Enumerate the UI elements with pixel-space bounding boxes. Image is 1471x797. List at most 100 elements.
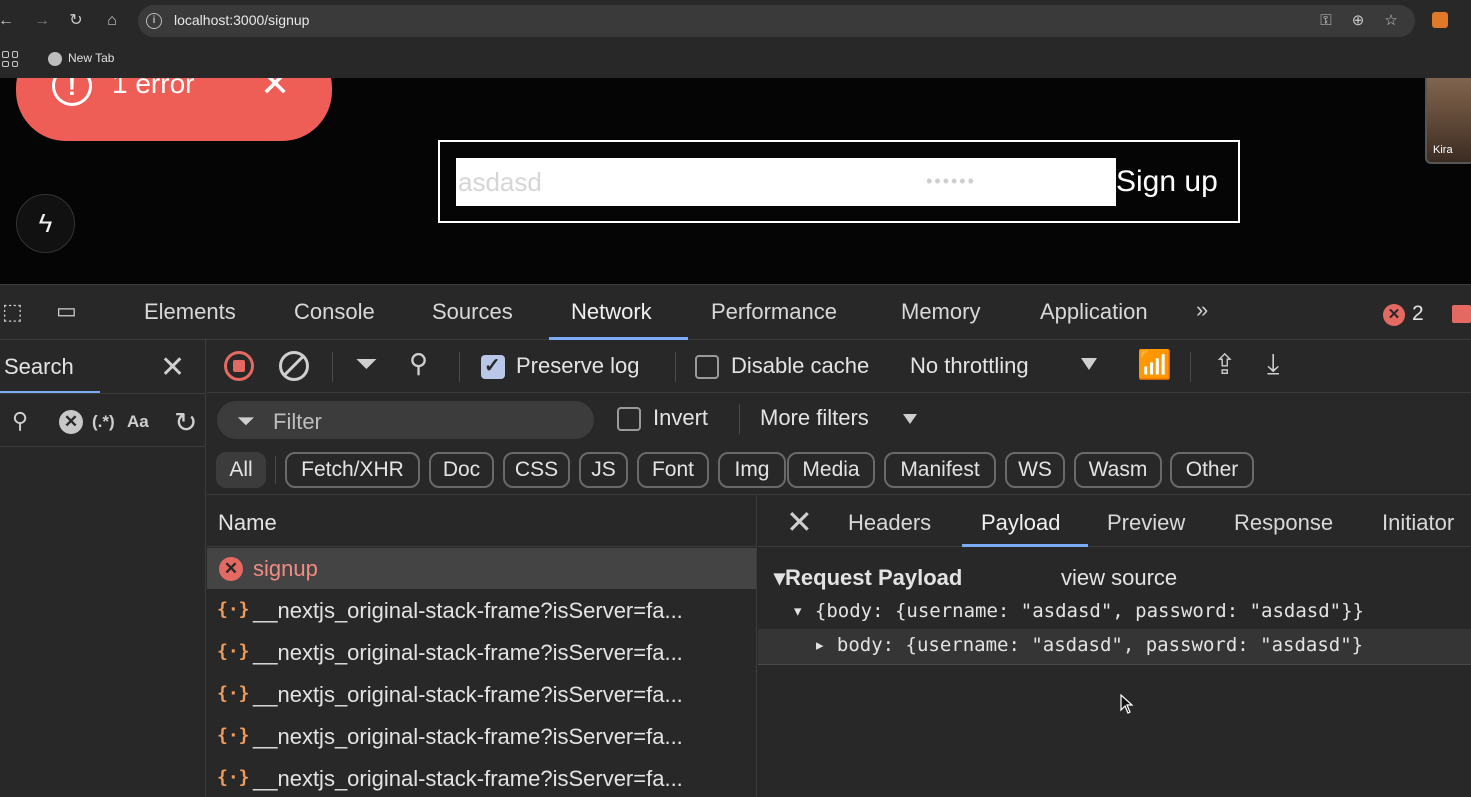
address-bar[interactable]: i localhost:3000/signup ⚿ ⊕ ☆ (138, 5, 1415, 37)
divider (1190, 352, 1191, 382)
tab-sources[interactable]: Sources (432, 299, 513, 325)
signup-button[interactable]: Sign up (1116, 160, 1218, 204)
type-filter-css[interactable]: CSS (503, 452, 570, 488)
table-row[interactable]: {·} __nextjs_original-stack-frame?isServ… (207, 632, 756, 673)
zoom-icon[interactable]: ⊕ (1348, 11, 1368, 31)
home-icon[interactable]: ⌂ (102, 11, 122, 31)
tab-console[interactable]: Console (294, 299, 375, 325)
match-case-toggle[interactable]: Aa (127, 412, 149, 432)
search-icon[interactable]: ⚲ (409, 348, 428, 379)
tab-application[interactable]: Application (1040, 299, 1148, 325)
more-filters-button[interactable]: More filters (760, 405, 869, 431)
back-icon[interactable]: ← (0, 11, 16, 31)
screen: ← → ↻ ⌂ i localhost:3000/signup ⚿ ⊕ ☆ Ne… (0, 0, 1471, 797)
table-row[interactable]: ✕ signup (207, 548, 756, 589)
tab-elements[interactable]: Elements (144, 299, 236, 325)
error-badge-icon[interactable]: ✕ (1383, 304, 1405, 326)
type-filter-other[interactable]: Other (1170, 452, 1254, 488)
close-icon[interactable]: ✕ (786, 503, 813, 541)
password-field[interactable]: •••••• (786, 158, 1116, 206)
type-filter-font[interactable]: Font (637, 452, 709, 488)
disable-cache-checkbox[interactable] (695, 355, 719, 379)
type-filter-manifest[interactable]: Manifest (884, 452, 996, 488)
tab-headers[interactable]: Headers (848, 510, 931, 536)
invert-checkbox[interactable] (617, 407, 641, 431)
type-filter-js[interactable]: JS (579, 452, 628, 488)
payload-tree-root[interactable]: ▾ {body: {username: "asdasd", password: … (792, 600, 1364, 622)
request-name[interactable]: signup (253, 556, 318, 582)
reload-icon[interactable]: ↻ (66, 11, 86, 31)
payload-tree-child[interactable]: ▸ body: {username: "asdasd", password: "… (814, 634, 1363, 656)
column-header-name[interactable]: Name (218, 510, 277, 536)
request-name[interactable]: __nextjs_original-stack-frame?isServer=f… (253, 724, 683, 750)
clear-search-icon[interactable]: ✕ (59, 410, 83, 434)
tab-response[interactable]: Response (1234, 510, 1333, 536)
type-filter-all[interactable]: All (216, 452, 266, 488)
filter-placeholder[interactable]: Filter (273, 409, 322, 435)
search-pane-title[interactable]: Search (4, 354, 74, 380)
import-har-icon[interactable]: ⇪ (1213, 348, 1236, 381)
forward-icon[interactable]: → (32, 11, 52, 31)
tab-payload[interactable]: Payload (981, 510, 1061, 536)
invert-label[interactable]: Invert (653, 405, 708, 431)
payload-tree-row[interactable]: ▸ body: {username: "asdasd", password: "… (758, 629, 1471, 665)
tab-initiator[interactable]: Initiator (1382, 510, 1454, 536)
tab-memory[interactable]: Memory (901, 299, 980, 325)
type-filter-fetch-xhr[interactable]: Fetch/XHR (285, 452, 420, 488)
request-name[interactable]: __nextjs_original-stack-frame?isServer=f… (253, 766, 683, 792)
request-payload-title: Request Payload (785, 565, 963, 590)
password-key-icon[interactable]: ⚿ (1316, 11, 1336, 31)
type-filter-media[interactable]: Media (787, 452, 875, 488)
request-list: Name ✕ signup {·} __nextjs_original-stac… (207, 494, 757, 797)
more-tabs-chevron-icon[interactable]: » (1196, 297, 1208, 323)
tab-network[interactable]: Network (571, 299, 652, 325)
disable-cache-label[interactable]: Disable cache (731, 353, 869, 379)
refresh-icon[interactable]: ↻ (174, 406, 197, 439)
network-conditions-icon[interactable]: 📶 (1137, 348, 1172, 381)
filter-icon[interactable]: ⏷ (355, 348, 377, 381)
error-toast-label: 1 error (112, 78, 195, 99)
view-source-link[interactable]: view source (1061, 565, 1177, 591)
preserve-log-checkbox[interactable] (481, 353, 505, 379)
type-filter-doc[interactable]: Doc (429, 452, 494, 488)
metamask-extension-icon[interactable] (1432, 12, 1448, 28)
regex-toggle[interactable]: (.*) (92, 412, 115, 432)
clear-log-button[interactable] (279, 351, 309, 381)
site-info-icon[interactable]: i (146, 13, 162, 29)
chevron-down-icon[interactable] (903, 414, 917, 424)
table-row[interactable]: {·} __nextjs_original-stack-frame?isServ… (207, 716, 756, 757)
tab-preview[interactable]: Preview (1107, 510, 1185, 536)
error-count[interactable]: 2 (1412, 302, 1424, 326)
type-filter-img[interactable]: Img (718, 452, 786, 488)
export-har-icon[interactable]: ⤓ (1267, 348, 1279, 381)
request-name[interactable]: __nextjs_original-stack-frame?isServer=f… (253, 598, 683, 624)
error-toast[interactable]: ! 1 error ✕ (16, 78, 332, 141)
url-text[interactable]: localhost:3000/signup (174, 12, 309, 28)
bookmark-star-icon[interactable]: ☆ (1381, 11, 1401, 31)
stop-recording-button[interactable] (224, 351, 254, 381)
chevron-down-icon[interactable] (1081, 358, 1097, 370)
close-icon[interactable]: ✕ (160, 350, 185, 385)
request-name[interactable]: __nextjs_original-stack-frame?isServer=f… (253, 682, 683, 708)
table-row[interactable]: {·} __nextjs_original-stack-frame?isServ… (207, 758, 756, 797)
close-icon[interactable]: ✕ (260, 78, 290, 104)
request-name[interactable]: __nextjs_original-stack-frame?isServer=f… (253, 640, 683, 666)
filter-input[interactable]: ⏷ Filter (217, 401, 594, 439)
request-payload-heading[interactable]: ▾Request Payload (774, 565, 962, 591)
tab-performance[interactable]: Performance (711, 299, 837, 325)
type-filter-wasm[interactable]: Wasm (1074, 452, 1162, 488)
bookmark-new-tab[interactable]: New Tab (68, 51, 114, 65)
table-row[interactable]: {·} __nextjs_original-stack-frame?isServ… (207, 590, 756, 631)
preserve-log-label[interactable]: Preserve log (516, 353, 640, 379)
search-icon[interactable]: ⚲ (12, 408, 28, 434)
inspect-element-icon[interactable]: ⬚ (2, 299, 23, 325)
issues-icon[interactable] (1452, 305, 1471, 323)
device-toolbar-icon[interactable]: ▭ (56, 298, 77, 324)
type-filter-ws[interactable]: WS (1005, 452, 1065, 488)
lightning-icon[interactable]: ϟ (16, 194, 75, 253)
apps-grid-icon[interactable] (2, 51, 18, 67)
devtools-panel: ⬚ ▭ Elements Console Sources Network Per… (0, 284, 1471, 797)
username-field[interactable]: asdasd (456, 158, 786, 206)
table-row[interactable]: {·} __nextjs_original-stack-frame?isServ… (207, 674, 756, 715)
throttling-select[interactable]: No throttling (910, 353, 1029, 379)
